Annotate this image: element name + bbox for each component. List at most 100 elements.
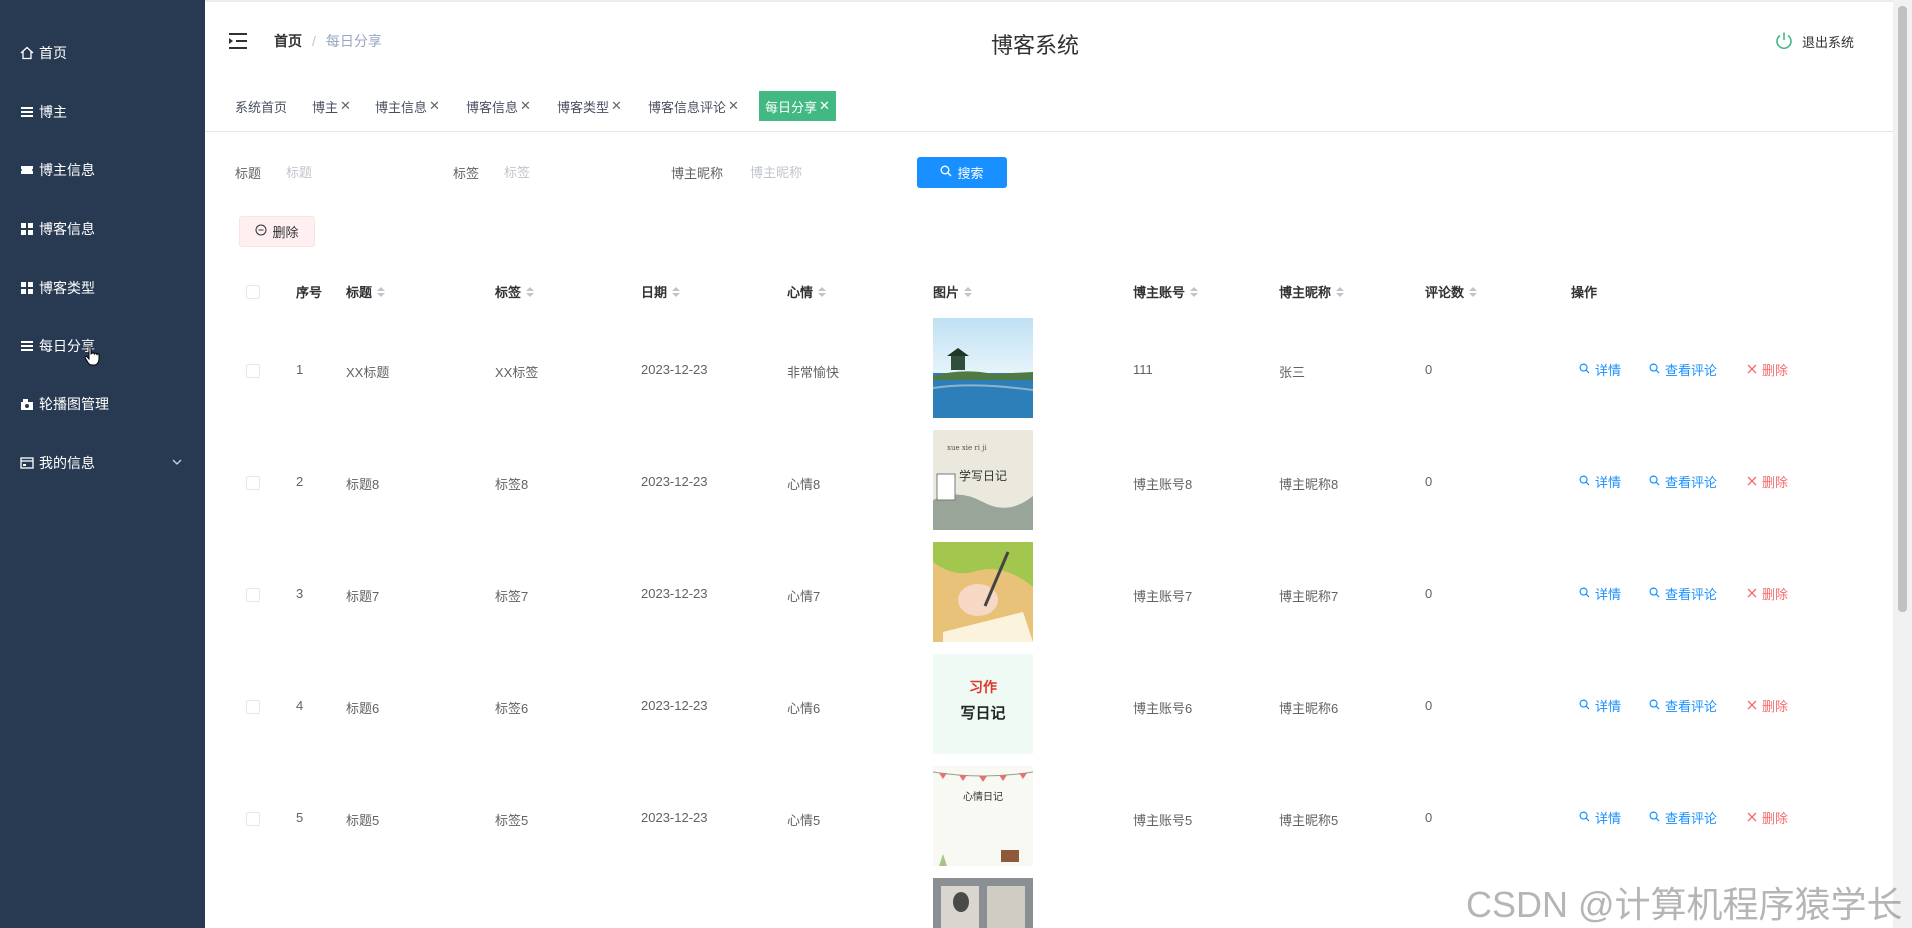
delete-button[interactable]: 删除 bbox=[1747, 360, 1788, 379]
column-header-mood[interactable]: 心情 bbox=[787, 282, 827, 301]
sidebar-item-blogger[interactable]: 博主 bbox=[0, 92, 205, 132]
tab-blog-type[interactable]: 博客类型 ✕ bbox=[551, 91, 628, 121]
tag-input[interactable] bbox=[504, 156, 654, 188]
view-comments-button[interactable]: 查看评论 bbox=[1649, 584, 1717, 603]
cell-nickname: 博主昵称7 bbox=[1279, 589, 1339, 604]
column-header-account[interactable]: 博主账号 bbox=[1133, 282, 1199, 301]
close-icon[interactable]: ✕ bbox=[611, 98, 622, 114]
cell-image-old-photo[interactable] bbox=[933, 878, 1033, 928]
cell-date: 2023-12-23 bbox=[641, 474, 708, 489]
detail-button[interactable]: 详情 bbox=[1579, 472, 1621, 491]
column-header-title[interactable]: 标题 bbox=[346, 282, 386, 301]
cell-image-mood-diary[interactable]: 心情日记 bbox=[933, 766, 1033, 866]
tab-blogger-info[interactable]: 博主信息 ✕ bbox=[369, 91, 446, 121]
vertical-scrollbar[interactable] bbox=[1893, 0, 1912, 928]
close-icon[interactable]: ✕ bbox=[728, 98, 739, 114]
list-icon bbox=[19, 338, 35, 354]
thumb-text: 心情日记 bbox=[963, 790, 1003, 803]
tab-blog-comments[interactable]: 博客信息评论 ✕ bbox=[642, 91, 745, 121]
close-icon[interactable]: ✕ bbox=[819, 98, 830, 114]
search-button[interactable]: 搜索 bbox=[917, 157, 1007, 188]
cell-title: XX标题 bbox=[346, 365, 390, 380]
sort-icon[interactable] bbox=[526, 286, 535, 297]
row-checkbox[interactable] bbox=[246, 812, 260, 826]
tab-label: 博主 bbox=[312, 99, 339, 115]
sort-icon[interactable] bbox=[377, 286, 386, 297]
watermark: CSDN @计算机程序猿学长 bbox=[1466, 884, 1903, 925]
tab-blogger[interactable]: 博主 ✕ bbox=[306, 91, 357, 121]
sidebar-item-label: 我的信息 bbox=[39, 455, 95, 471]
sort-icon[interactable] bbox=[818, 286, 827, 297]
tags-view: 系统首页 博主 ✕ 博主信息 ✕ 博客信息 ✕ 博客类型 ✕ 博客信息评论 ✕ 每日分享 ✕ bbox=[205, 88, 1893, 132]
cell-image-writing-hand[interactable] bbox=[933, 542, 1033, 642]
column-header-nickname[interactable]: 博主昵称 bbox=[1279, 282, 1345, 301]
sort-icon[interactable] bbox=[672, 286, 681, 297]
close-icon[interactable]: ✕ bbox=[520, 98, 531, 114]
delete-button[interactable]: 删除 bbox=[1747, 584, 1788, 603]
search-icon bbox=[1579, 474, 1590, 489]
tab-label: 博客信息评论 bbox=[648, 99, 727, 115]
sort-icon[interactable] bbox=[964, 286, 973, 297]
column-header-comments[interactable]: 评论数 bbox=[1425, 282, 1478, 301]
cell-title: 标题5 bbox=[346, 813, 380, 828]
row-checkbox[interactable] bbox=[246, 476, 260, 490]
sidebar-item-blog-info[interactable]: 博客信息 bbox=[0, 209, 205, 249]
batch-delete-button[interactable]: 删除 bbox=[239, 216, 315, 247]
column-header-tag[interactable]: 标签 bbox=[495, 282, 535, 301]
detail-button[interactable]: 详情 bbox=[1579, 696, 1621, 715]
sidebar-item-my-info[interactable]: 我的信息 bbox=[0, 443, 205, 483]
logout-button[interactable]: 退出系统 bbox=[1774, 31, 1854, 51]
cell-mood: 心情6 bbox=[787, 701, 821, 716]
close-icon[interactable]: ✕ bbox=[429, 98, 440, 114]
select-all-checkbox[interactable] bbox=[246, 285, 260, 299]
sidebar-item-daily-share[interactable]: 每日分享 bbox=[0, 326, 205, 366]
nickname-input[interactable] bbox=[750, 156, 900, 188]
tab-blog-info[interactable]: 博客信息 ✕ bbox=[460, 91, 537, 121]
view-comments-button[interactable]: 查看评论 bbox=[1649, 808, 1717, 827]
row-checkbox[interactable] bbox=[246, 588, 260, 602]
sort-icon[interactable] bbox=[1190, 286, 1199, 297]
cell-image-composition[interactable]: 习作 写日记 bbox=[933, 654, 1033, 754]
title-input[interactable] bbox=[286, 156, 436, 188]
view-comments-button[interactable]: 查看评论 bbox=[1649, 360, 1717, 379]
close-icon bbox=[1747, 810, 1757, 825]
cell-comments: 0 bbox=[1425, 810, 1433, 825]
menu-fold-icon[interactable] bbox=[227, 32, 249, 50]
sidebar-item-carousel[interactable]: 轮播图管理 bbox=[0, 384, 205, 424]
sidebar-item-blogger-info[interactable]: 博主信息 bbox=[0, 150, 205, 190]
sort-icon[interactable] bbox=[1336, 286, 1345, 297]
cell-image-lake[interactable] bbox=[933, 318, 1033, 418]
cell-image-diary[interactable]: 学写日记 xue xie ri ji bbox=[933, 430, 1033, 530]
tab-system-home[interactable]: 系统首页 bbox=[229, 91, 293, 121]
view-comments-button[interactable]: 查看评论 bbox=[1649, 696, 1717, 715]
sidebar-item-blog-type[interactable]: 博客类型 bbox=[0, 268, 205, 308]
delete-button[interactable]: 删除 bbox=[1747, 696, 1788, 715]
sidebar-item-label: 博主 bbox=[39, 104, 67, 120]
sidebar-item-home[interactable]: 首页 bbox=[0, 33, 205, 73]
thumb-text: 写日记 bbox=[960, 704, 1005, 722]
detail-button[interactable]: 详情 bbox=[1579, 808, 1621, 827]
sidebar-item-label: 博客类型 bbox=[39, 280, 95, 296]
scrollbar-thumb[interactable] bbox=[1898, 6, 1907, 612]
row-checkbox[interactable] bbox=[246, 700, 260, 714]
view-comments-button[interactable]: 查看评论 bbox=[1649, 472, 1717, 491]
close-icon[interactable]: ✕ bbox=[340, 98, 351, 114]
delete-button[interactable]: 删除 bbox=[1747, 808, 1788, 827]
detail-button[interactable]: 详情 bbox=[1579, 360, 1621, 379]
breadcrumb-separator: / bbox=[312, 33, 316, 49]
column-header-date[interactable]: 日期 bbox=[641, 282, 681, 301]
row-checkbox[interactable] bbox=[246, 364, 260, 378]
cell-nickname: 张三 bbox=[1279, 365, 1306, 380]
sort-icon[interactable] bbox=[1469, 286, 1478, 297]
search-icon bbox=[1579, 586, 1590, 601]
delete-button[interactable]: 删除 bbox=[1747, 472, 1788, 491]
tab-daily-share[interactable]: 每日分享 ✕ bbox=[759, 91, 836, 121]
grid-icon bbox=[19, 280, 35, 296]
breadcrumb-home[interactable]: 首页 bbox=[274, 31, 302, 51]
column-header-image[interactable]: 图片 bbox=[933, 282, 973, 301]
search-icon bbox=[1579, 362, 1590, 377]
tab-label: 每日分享 bbox=[765, 99, 818, 115]
detail-button[interactable]: 详情 bbox=[1579, 584, 1621, 603]
cell-date: 2023-12-23 bbox=[641, 698, 708, 713]
close-icon bbox=[1747, 362, 1757, 377]
